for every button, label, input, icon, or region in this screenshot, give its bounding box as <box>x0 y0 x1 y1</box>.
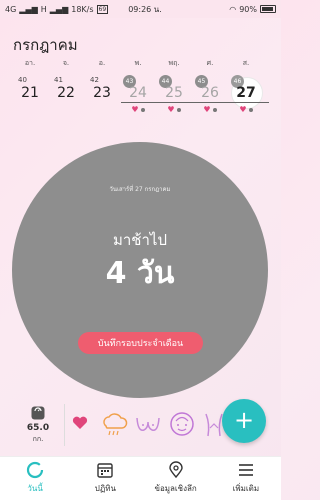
weight-widget[interactable]: 65.0 กก. <box>22 406 54 452</box>
calendar-icon <box>97 463 114 478</box>
date-number: 23 <box>93 85 111 101</box>
nav-today-label: วันนี้ <box>27 484 43 493</box>
weekday-label: พฤ. <box>168 59 180 67</box>
day-cell[interactable]: อ. 42 23 <box>84 58 120 118</box>
weight-value: 65.0 <box>26 423 50 433</box>
day-cell[interactable]: พฤ. 44 25 ♥ <box>156 58 192 118</box>
heart-icon: ♥ <box>203 105 211 114</box>
signal-h: H <box>40 4 47 14</box>
dot-icon <box>176 107 181 112</box>
network-speed: 18K/s <box>71 4 94 14</box>
day-cell[interactable]: พ. 43 24 ♥ <box>120 58 156 118</box>
log-period-button[interactable]: บันทึกรอบประจำเดือน <box>78 332 203 354</box>
notification-badge: 69 <box>96 4 109 14</box>
cycle-day-number: 41 <box>54 76 63 84</box>
dot-icon <box>140 107 145 112</box>
mood-cloud-icon[interactable] <box>100 410 128 438</box>
day-markers: ♥ <box>156 105 192 114</box>
dot-icon <box>212 107 217 112</box>
status-bar: 4G ▂▄▆ H ▂▄▆ 18K/s 69 09:26 น. ◠ 90% <box>0 0 281 18</box>
heart-icon: ♥ <box>239 105 247 114</box>
date-number: 24 <box>129 85 147 101</box>
heart-icon[interactable] <box>72 416 88 430</box>
weekday-label: อา. <box>24 59 36 67</box>
nav-insights-label: ข้อมูลเชิงลึก <box>154 484 197 493</box>
selected-date-label: วันเสาร์ที่ 27 กรกฎาคม <box>109 186 171 193</box>
heart-icon: ♥ <box>131 105 139 114</box>
nav-insights[interactable]: ข้อมูลเชิงลึก <box>141 457 211 500</box>
nav-more[interactable]: เพิ่มเติม <box>211 457 281 500</box>
divider <box>64 404 65 446</box>
nav-today[interactable]: วันนี้ <box>0 457 70 500</box>
scale-icon <box>31 406 45 420</box>
day-markers: ♥ <box>120 105 156 114</box>
dot-icon <box>248 107 253 112</box>
day-cell[interactable]: อา. 40 21 <box>12 58 48 118</box>
week-strip: อา. 40 21 จ. 41 22 อ. 42 23 พ. 43 24 ♥ พ… <box>0 58 281 118</box>
cycle-day-number: 42 <box>90 76 99 84</box>
face-icon[interactable] <box>168 410 196 438</box>
day-markers: ♥ <box>228 105 264 114</box>
weekday-label: ส. <box>242 59 250 67</box>
day-cell[interactable]: จ. 41 22 <box>48 58 84 118</box>
date-number: 22 <box>57 85 75 101</box>
location-pin-icon <box>168 461 183 479</box>
battery-icon <box>260 5 276 13</box>
day-markers: ♥ <box>192 105 228 114</box>
date-number: 21 <box>21 85 39 101</box>
late-label: มาช้าไป <box>113 231 167 249</box>
nav-calendar[interactable]: ปฏิทิน <box>70 457 140 500</box>
cycle-day-number: 40 <box>18 76 27 84</box>
add-button[interactable]: + <box>222 399 266 443</box>
late-days-value: 4 วัน <box>105 256 175 291</box>
date-number: 26 <box>201 85 219 101</box>
clock: 09:26 น. <box>128 4 162 14</box>
network-type: 4G <box>5 4 17 14</box>
signal-icon: ▂▄▆ <box>19 4 38 14</box>
breast-icon[interactable] <box>134 410 162 438</box>
date-number: 25 <box>165 85 183 101</box>
weekday-label: พ. <box>134 59 142 67</box>
day-cell[interactable]: ศ. 45 26 ♥ <box>192 58 228 118</box>
date-number: 27 <box>236 85 256 101</box>
month-title: กรกฎาคม <box>13 36 78 54</box>
today-ring-icon <box>27 461 44 479</box>
nav-calendar-label: ปฏิทิน <box>94 484 116 493</box>
heart-icon: ♥ <box>167 105 175 114</box>
menu-icon <box>238 464 253 476</box>
weekday-label: ศ. <box>206 59 214 67</box>
signal-icon-2: ▂▄▆ <box>49 4 69 14</box>
weight-unit: กก. <box>32 435 44 443</box>
weekday-label: อ. <box>98 59 106 67</box>
weekday-label: จ. <box>62 59 70 67</box>
battery-percent: 90% <box>239 4 257 14</box>
bottom-nav: วันนี้ ปฏิทิน ข้อมูลเชิงลึก เพิ่มเติม <box>0 456 281 500</box>
wifi-icon: ◠ <box>229 4 237 14</box>
day-cell-today[interactable]: ส. 46 27 ♥ <box>228 58 264 118</box>
nav-more-label: เพิ่มเติม <box>232 484 260 493</box>
